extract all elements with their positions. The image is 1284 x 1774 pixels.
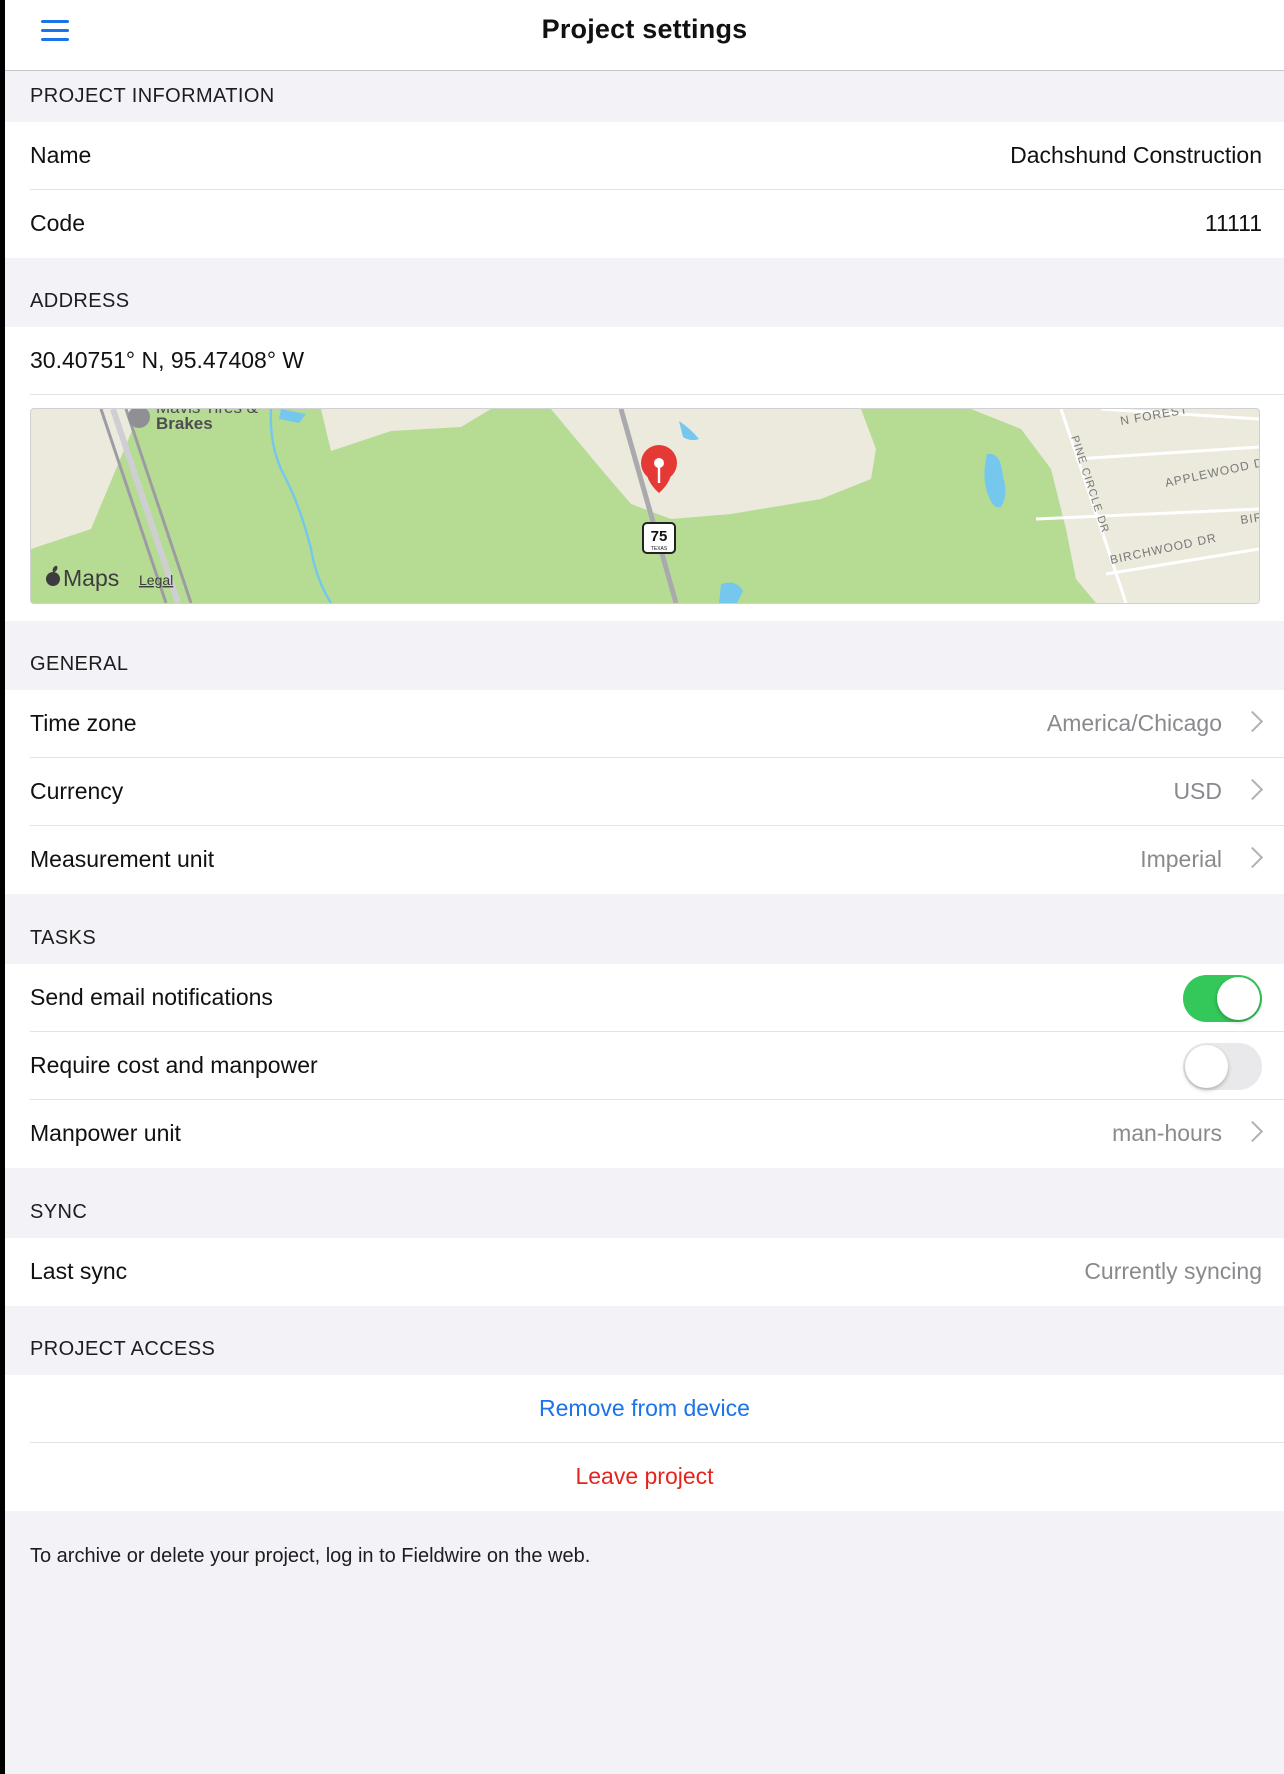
map-road-label-5: BIR xyxy=(1239,510,1259,527)
navigation-bar: Project settings xyxy=(5,0,1284,71)
section-header-tasks: TASKS xyxy=(30,927,97,949)
section-header-project-access: PROJECT ACCESS xyxy=(30,1338,216,1360)
map-legal-link[interactable]: Legal xyxy=(139,572,173,588)
coordinates-value: 30.40751° N, 95.47408° W xyxy=(30,347,305,373)
chevron-right-icon xyxy=(1241,1120,1264,1143)
cost-manpower-toggle[interactable] xyxy=(1183,1043,1262,1090)
map-poi-label-2: Brakes xyxy=(156,414,213,433)
code-label: Code xyxy=(30,210,85,236)
remove-from-device-button[interactable]: Remove from device xyxy=(5,1375,1284,1443)
code-value: 11111 xyxy=(1204,210,1262,236)
manpower-unit-label: Manpower unit xyxy=(30,1120,181,1146)
page-title: Project settings xyxy=(541,14,748,44)
email-notifications-label: Send email notifications xyxy=(30,984,273,1010)
currency-label: Currency xyxy=(30,778,124,804)
code-row[interactable]: Code 11111 xyxy=(5,190,1284,258)
cost-manpower-row: Require cost and manpower xyxy=(5,1032,1284,1100)
time-zone-value: America/Chicago xyxy=(1046,710,1222,736)
chevron-right-icon xyxy=(1241,846,1264,869)
sync-group: Last sync Currently syncing xyxy=(5,1238,1284,1306)
location-map[interactable]: Mavis Tires & Brakes N FOREST PINE CIRCL… xyxy=(30,408,1260,604)
tasks-group: Send email notifications Require cost an… xyxy=(5,964,1284,1168)
section-header-project-information: PROJECT INFORMATION xyxy=(30,85,275,107)
name-value: Dachshund Construction xyxy=(1010,142,1262,168)
last-sync-row: Last sync Currently syncing xyxy=(5,1238,1284,1306)
chevron-right-icon xyxy=(1241,778,1264,801)
general-group: Time zone America/Chicago Currency USD M… xyxy=(5,690,1284,894)
leave-project-label: Leave project xyxy=(575,1463,714,1489)
measurement-unit-row[interactable]: Measurement unit Imperial xyxy=(5,826,1284,894)
highway-number: 75 xyxy=(651,528,668,545)
measurement-unit-value: Imperial xyxy=(1140,846,1222,872)
project-settings-screen: Project settings PROJECT INFORMATION Nam… xyxy=(5,0,1284,1774)
highway-state: TEXAS xyxy=(651,546,668,552)
section-header-general: GENERAL xyxy=(30,653,129,675)
currency-row[interactable]: Currency USD xyxy=(5,758,1284,826)
measurement-unit-label: Measurement unit xyxy=(30,846,215,872)
manpower-unit-value: man-hours xyxy=(1112,1120,1222,1146)
name-label: Name xyxy=(30,142,92,168)
highway-shield-icon: 75 TEXAS xyxy=(642,522,676,554)
section-header-sync: SYNC xyxy=(30,1201,88,1223)
maps-brand-label: Maps xyxy=(63,565,119,591)
manpower-unit-row[interactable]: Manpower unit man-hours xyxy=(5,1100,1284,1168)
cost-manpower-label: Require cost and manpower xyxy=(30,1052,318,1078)
last-sync-value: Currently syncing xyxy=(1084,1258,1262,1284)
time-zone-row[interactable]: Time zone America/Chicago xyxy=(5,690,1284,758)
remove-from-device-label: Remove from device xyxy=(539,1395,750,1421)
coordinates-row[interactable]: 30.40751° N, 95.47408° W xyxy=(5,327,1284,395)
currency-value: USD xyxy=(1173,778,1222,804)
section-header-address: ADDRESS xyxy=(30,290,130,312)
leave-project-button[interactable]: Leave project xyxy=(5,1443,1284,1511)
project-information-group: Name Dachshund Construction Code 11111 xyxy=(5,122,1284,258)
email-notifications-row: Send email notifications xyxy=(5,964,1284,1032)
archive-delete-note: To archive or delete your project, log i… xyxy=(30,1545,591,1567)
name-row[interactable]: Name Dachshund Construction xyxy=(5,122,1284,190)
email-notifications-toggle[interactable] xyxy=(1183,975,1262,1022)
time-zone-label: Time zone xyxy=(30,710,137,736)
last-sync-label: Last sync xyxy=(30,1258,128,1284)
chevron-right-icon xyxy=(1241,710,1264,733)
project-access-group: Remove from device Leave project xyxy=(5,1375,1284,1511)
